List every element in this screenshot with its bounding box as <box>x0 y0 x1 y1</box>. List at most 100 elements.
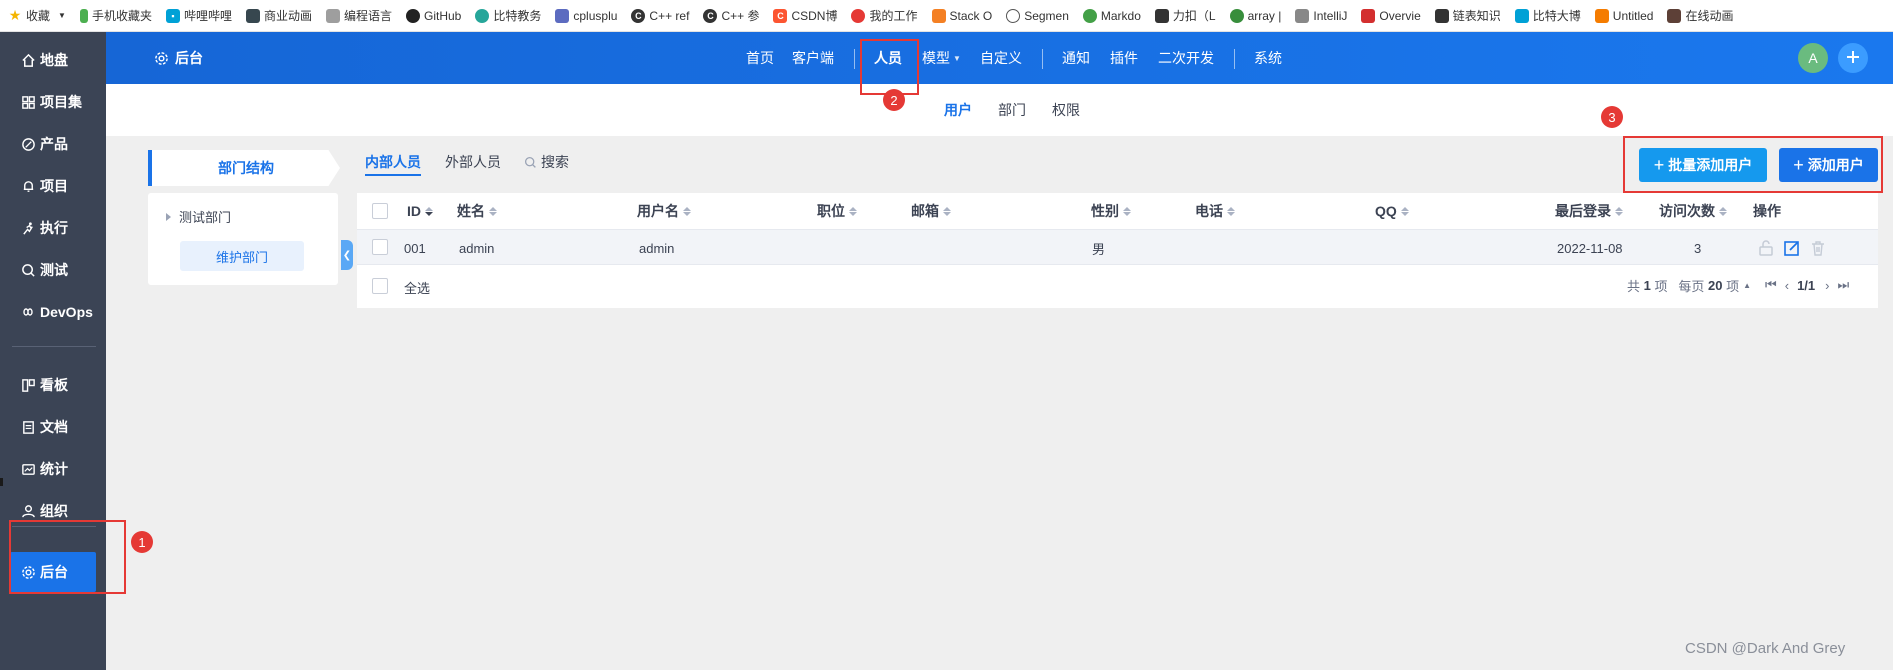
bookmark-item[interactable]: 比特教务 <box>475 7 541 24</box>
column-header-phone[interactable]: 电话 <box>1195 193 1235 229</box>
sidebar-item-program[interactable]: 项目集 <box>10 83 96 121</box>
avatar[interactable]: A <box>1798 43 1828 73</box>
bookmark-item[interactable]: Segmen <box>1006 8 1069 23</box>
bookmark-item[interactable]: 我的工作 <box>851 7 918 24</box>
column-header-id[interactable]: ID <box>407 193 433 229</box>
nav-notify[interactable]: 通知 <box>1062 32 1090 84</box>
sidebar-divider <box>12 346 96 347</box>
sidebar-item-kanban[interactable]: 看板 <box>10 366 96 404</box>
bookmark-item[interactable]: 在线动画 <box>1667 7 1733 24</box>
per-page-select[interactable]: 20 <box>1708 278 1722 293</box>
column-header-position[interactable]: 职位 <box>817 193 857 229</box>
trash-icon[interactable] <box>1809 239 1827 257</box>
caret-up-icon[interactable]: ▲ <box>1743 281 1751 290</box>
bookmark-item[interactable]: Untitled <box>1594 8 1653 23</box>
column-header-email[interactable]: 邮箱 <box>911 193 951 229</box>
lock-icon[interactable] <box>1757 239 1775 257</box>
nav-home[interactable]: 首页 <box>746 32 774 84</box>
last-page-icon[interactable]: ⏭ <box>1838 277 1850 293</box>
sidebar-item-docs[interactable]: 文档 <box>10 408 96 446</box>
select-all-checkbox[interactable] <box>372 278 388 294</box>
watermark: CSDN @Dark And Grey <box>1685 640 1846 657</box>
select-all-label[interactable]: 全选 <box>404 269 430 305</box>
subnav-departments[interactable]: 部门 <box>998 84 1026 136</box>
prev-page-icon[interactable]: ‹ <box>1785 278 1789 293</box>
collapse-sidebar-button[interactable]: ❮ <box>341 240 353 270</box>
nav-system[interactable]: 系统 <box>1254 32 1282 84</box>
bookmark-item[interactable]: 比特大博 <box>1514 7 1581 24</box>
nav-plugins[interactable]: 插件 <box>1110 32 1138 84</box>
nav-model[interactable]: 模型 ▼ <box>922 32 961 84</box>
cplusplus-icon <box>555 8 570 23</box>
tab-internal[interactable]: 内部人员 <box>365 152 421 176</box>
column-header-last-login[interactable]: 最后登录 <box>1555 193 1623 229</box>
chevron-left-icon: ❮ <box>342 249 352 261</box>
edit-icon[interactable] <box>1783 239 1801 257</box>
bookmark-item[interactable]: Overvie <box>1361 8 1421 23</box>
bookmark-item[interactable]: GitHub <box>406 8 461 23</box>
bookmark-item[interactable]: C CSDN博 <box>773 7 837 24</box>
leaf-icon <box>475 8 490 23</box>
nav-custom[interactable]: 自定义 <box>980 32 1022 84</box>
sidebar-item-project[interactable]: 项目 <box>10 167 96 205</box>
sidebar-item-stats[interactable]: 统计 <box>10 450 96 488</box>
bookmark-item[interactable]: 商业动画 <box>245 7 312 24</box>
bookmark-item[interactable]: 力扣（L <box>1154 7 1216 24</box>
next-page-icon[interactable]: › <box>1825 278 1829 293</box>
table-row[interactable]: 001 admin admin 男 2022-11-08 3 <box>357 229 1878 265</box>
bookmark-item[interactable]: ★ 收藏 ▼ <box>8 7 66 24</box>
sidebar-item-execution[interactable]: 执行 <box>10 209 96 247</box>
infinity-icon <box>20 304 36 320</box>
page-indicator: 1/1 <box>1797 277 1816 293</box>
github-icon <box>406 8 420 23</box>
bookmark-item[interactable]: 编程语言 <box>325 7 392 24</box>
nav-dev[interactable]: 二次开发 <box>1158 32 1214 84</box>
column-header-qq[interactable]: QQ <box>1375 193 1409 229</box>
sidebar-item-product[interactable]: 产品 <box>10 125 96 163</box>
sidebar-item-devops[interactable]: DevOps <box>10 293 96 331</box>
top-header: 后台 首页 客户端 人员 模型 ▼ 自定义 通知 插件 二次开发 系统 A <box>106 32 1893 84</box>
array-icon <box>1229 8 1244 23</box>
search-icon <box>524 156 537 169</box>
bookmark-item[interactable]: Stack O <box>931 8 992 23</box>
dept-tree-root[interactable]: 测试部门 <box>166 207 231 226</box>
bilibili-icon <box>1514 8 1529 23</box>
subnav-permissions[interactable]: 权限 <box>1052 84 1080 136</box>
header-brand[interactable]: 后台 <box>154 32 203 84</box>
bookmarks-bar: ★ 收藏 ▼ 手机收藏夹 ▪ 哔哩哔哩 商业动画 编程语言 GitHub 比特教务 c… <box>0 0 1893 32</box>
dept-tree-child[interactable]: 维护部门 <box>180 241 304 271</box>
sort-icon <box>683 206 691 216</box>
bookmark-item[interactable]: C C++ ref <box>631 8 689 23</box>
bookmark-item[interactable]: array | <box>1229 8 1281 23</box>
caret-right-icon[interactable] <box>166 212 171 221</box>
bookmark-item[interactable]: cplusplu <box>555 8 617 23</box>
leetcode-icon <box>1154 8 1169 23</box>
sidebar-item-test[interactable]: 测试 <box>10 251 96 289</box>
row-checkbox[interactable] <box>372 239 388 255</box>
cell-name[interactable]: admin <box>459 230 494 266</box>
column-header-visits[interactable]: 访问次数 <box>1659 193 1727 229</box>
bookmark-item[interactable]: Markdo <box>1082 8 1141 23</box>
bookmark-item[interactable]: ▪ 哔哩哔哩 <box>165 7 232 24</box>
first-page-icon[interactable]: ⏮ <box>1765 277 1777 293</box>
column-header-gender[interactable]: 性别 <box>1091 193 1131 229</box>
bookmark-item[interactable]: 手机收藏夹 <box>79 7 152 24</box>
tab-external[interactable]: 外部人员 <box>445 152 501 176</box>
cpp-icon: C <box>631 8 646 23</box>
nav-client[interactable]: 客户端 <box>792 32 834 84</box>
window-edge <box>0 478 3 486</box>
intellij-icon <box>1295 8 1310 23</box>
bookmark-item[interactable]: C C++ 参 <box>703 7 759 24</box>
quick-add-button[interactable] <box>1838 43 1868 73</box>
nav-divider <box>1042 49 1043 69</box>
search-toggle[interactable]: 搜索 <box>524 152 569 172</box>
subnav-users[interactable]: 用户 <box>944 84 972 136</box>
sidebar-item-home[interactable]: 地盘 <box>10 41 96 79</box>
header-checkbox[interactable] <box>372 203 388 219</box>
column-header-name[interactable]: 姓名 <box>457 193 497 229</box>
column-header-username[interactable]: 用户名 <box>637 193 691 229</box>
bookmark-item[interactable]: IntelliJ <box>1295 8 1347 23</box>
bookmark-item[interactable]: 链表知识 <box>1434 7 1501 24</box>
doc-icon <box>20 419 36 435</box>
cell-last-login: 2022-11-08 <box>1557 240 1623 256</box>
